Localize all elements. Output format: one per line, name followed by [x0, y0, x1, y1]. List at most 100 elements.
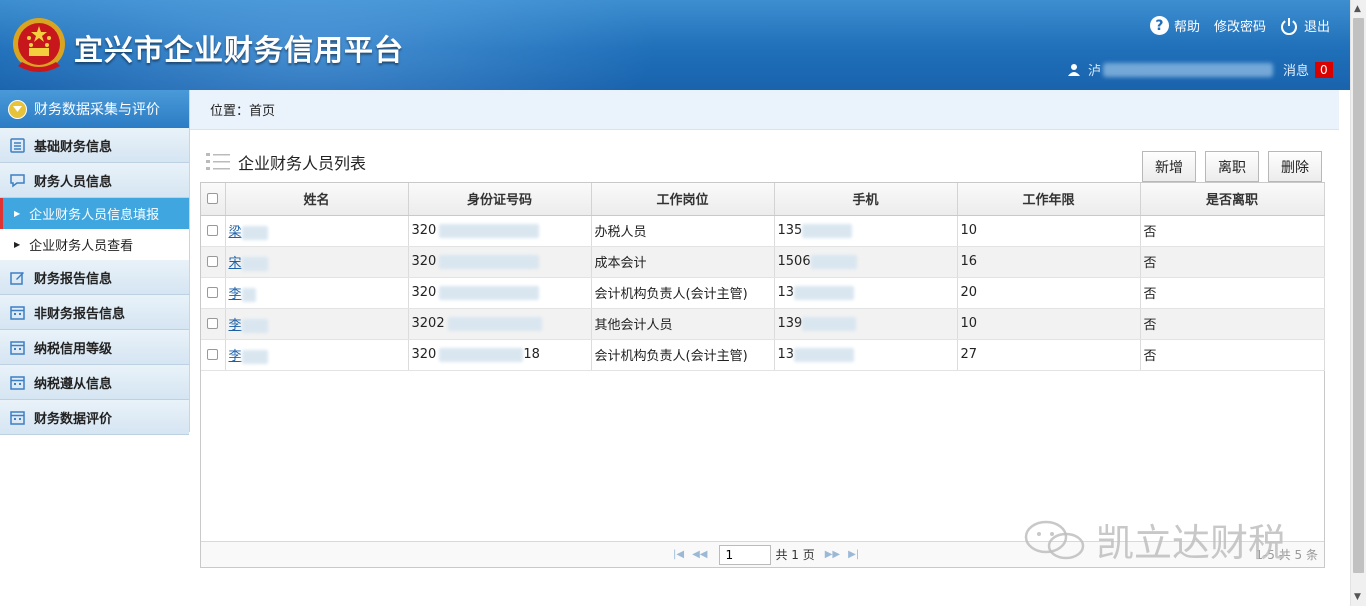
phone-value: 13	[777, 347, 795, 362]
sidebar-item-tax-credit[interactable]: 纳税信用等级	[0, 330, 189, 365]
first-page-icon[interactable]: |◀	[673, 549, 684, 560]
chevron-down-icon	[8, 99, 27, 119]
table-row[interactable]: 李 320 18 会计机构负责人(会计主管) 13 27 否	[201, 339, 1325, 371]
resign-button[interactable]: 离职	[1205, 151, 1259, 182]
scroll-down-icon[interactable]: ▼	[1354, 592, 1361, 602]
watermark: 凯立达财税	[1022, 512, 1286, 567]
phone-value: 1506	[777, 254, 811, 269]
help-link[interactable]: ? 帮助	[1149, 16, 1200, 35]
last-page-icon[interactable]: ▶|	[848, 549, 859, 560]
sidebar-item-label: 基础财务信息	[34, 139, 113, 155]
left-cell: 否	[1140, 277, 1325, 309]
sidebar-item-label: 财务报告信息	[34, 271, 113, 287]
redacted	[794, 347, 855, 362]
column-header[interactable]: 手机	[774, 183, 958, 216]
change-password-link[interactable]: 修改密码	[1214, 16, 1266, 35]
select-all-checkbox[interactable]	[201, 183, 226, 216]
column-header[interactable]: 身份证号码	[408, 183, 592, 216]
table-row[interactable]: 李 3202 其他会计人员 139 10 否	[201, 308, 1325, 340]
page-scrollbar[interactable]: ▲ ▼	[1350, 0, 1366, 606]
name-cell[interactable]: 李	[225, 308, 409, 340]
redacted	[439, 223, 540, 238]
post-cell: 成本会计	[591, 246, 775, 278]
name-cell[interactable]: 李	[225, 277, 409, 309]
list-icon	[10, 137, 25, 153]
add-button[interactable]: 新增	[1142, 151, 1196, 182]
sidebar-item-finance-evaluation[interactable]: 财务数据评价	[0, 400, 189, 435]
caret-right-icon: ▶	[14, 209, 21, 218]
national-emblem-icon	[13, 18, 65, 72]
years-cell: 27	[957, 339, 1141, 371]
calendar-icon	[10, 375, 25, 390]
scroll-up-icon[interactable]: ▲	[1354, 4, 1361, 14]
name-link[interactable]: 梁	[229, 225, 242, 240]
sidebar-item-financial-report[interactable]: 财务报告信息	[0, 260, 189, 295]
sidebar-item-finance-staff[interactable]: 财务人员信息	[0, 163, 189, 198]
list-bullets-icon	[206, 153, 230, 170]
scrollbar-thumb[interactable]	[1353, 18, 1364, 573]
name-link[interactable]: 李	[229, 287, 242, 302]
sidebar-item-basic-finance[interactable]: 基础财务信息	[0, 128, 189, 163]
row-checkbox[interactable]	[201, 246, 226, 278]
message-count-badge[interactable]: 0	[1315, 61, 1333, 78]
years-cell: 16	[957, 246, 1141, 278]
row-checkbox[interactable]	[201, 277, 226, 309]
name-link[interactable]: 李	[229, 318, 242, 333]
row-checkbox[interactable]	[201, 308, 226, 340]
table-row[interactable]: 宋 320 成本会计 1506 16 否	[201, 246, 1325, 278]
table-row[interactable]: 李 320 会计机构负责人(会计主管) 13 20 否	[201, 277, 1325, 309]
sidebar-subitem-label: 企业财务人员信息填报	[29, 208, 160, 223]
name-cell[interactable]: 梁	[225, 215, 409, 247]
calendar-icon	[10, 410, 25, 425]
column-header[interactable]: 是否离职	[1140, 183, 1325, 216]
row-checkbox[interactable]	[201, 339, 226, 371]
name-cell[interactable]: 李	[225, 339, 409, 371]
next-page-icon[interactable]: ▶▶	[825, 549, 840, 560]
name-link[interactable]: 宋	[229, 256, 242, 271]
column-header[interactable]: 工作年限	[957, 183, 1141, 216]
years-cell: 10	[957, 215, 1141, 247]
breadcrumb-current[interactable]: 首页	[249, 100, 275, 119]
phone-cell: 139	[774, 308, 958, 340]
table-row[interactable]: 梁 320 办税人员 135 10 否	[201, 215, 1325, 247]
left-cell: 否	[1140, 246, 1325, 278]
name-link[interactable]: 李	[229, 349, 242, 364]
column-header[interactable]: 工作岗位	[591, 183, 775, 216]
sidebar-subitem-staff-view[interactable]: ▶ 企业财务人员查看	[0, 229, 189, 260]
power-icon	[1281, 17, 1297, 35]
column-header[interactable]: 姓名	[225, 183, 409, 216]
message-label[interactable]: 消息	[1283, 60, 1309, 79]
table-header-row: 姓名 身份证号码 工作岗位 手机 工作年限 是否离职	[201, 183, 1325, 216]
redacted	[802, 316, 857, 331]
user-name-redacted	[1103, 62, 1274, 77]
user-bar: 泸 消息 0	[1068, 60, 1333, 79]
page-number-input[interactable]	[719, 544, 772, 565]
sidebar-subitem-staff-entry[interactable]: ▶ 企业财务人员信息填报	[0, 198, 189, 229]
sidebar: 财务数据采集与评价 基础财务信息 财务人员信息 ▶ 企业财务人员信息填报 ▶ 企…	[0, 90, 190, 435]
sidebar-item-tax-compliance[interactable]: 纳税遵从信息	[0, 365, 189, 400]
watermark-text: 凯立达财税	[1096, 521, 1287, 565]
id-value: 320	[411, 223, 437, 238]
staff-table: 姓名 身份证号码 工作岗位 手机 工作年限 是否离职 梁 320 办税人员 13…	[200, 182, 1325, 568]
logout-link[interactable]: 退出	[1280, 16, 1330, 35]
years-cell: 10	[957, 308, 1141, 340]
id-cell: 3202	[408, 308, 592, 340]
page-title: 企业财务人员列表	[238, 154, 367, 173]
user-name-prefix: 泸	[1088, 64, 1102, 79]
change-password-label: 修改密码	[1213, 20, 1266, 35]
sidebar-item-non-financial-report[interactable]: 非财务报告信息	[0, 295, 189, 330]
sidebar-item-label: 非财务报告信息	[34, 306, 126, 322]
calendar-icon	[10, 305, 25, 320]
left-cell: 否	[1140, 308, 1325, 340]
prev-page-icon[interactable]: ◀◀	[692, 549, 707, 560]
sidebar-section-title: 财务数据采集与评价	[34, 102, 160, 118]
sidebar-section-header[interactable]: 财务数据采集与评价	[0, 90, 189, 128]
post-cell: 会计机构负责人(会计主管)	[591, 277, 775, 309]
id-value: 320	[411, 347, 437, 362]
row-checkbox[interactable]	[201, 215, 226, 247]
delete-button[interactable]: 删除	[1268, 151, 1322, 182]
breadcrumb-prefix: 位置：	[210, 104, 250, 119]
top-header: 宜兴市企业财务信用平台 ? 帮助 修改密码 退出 泸 消息 0	[0, 0, 1350, 90]
name-cell[interactable]: 宋	[225, 246, 409, 278]
id-cell: 320	[408, 277, 592, 309]
